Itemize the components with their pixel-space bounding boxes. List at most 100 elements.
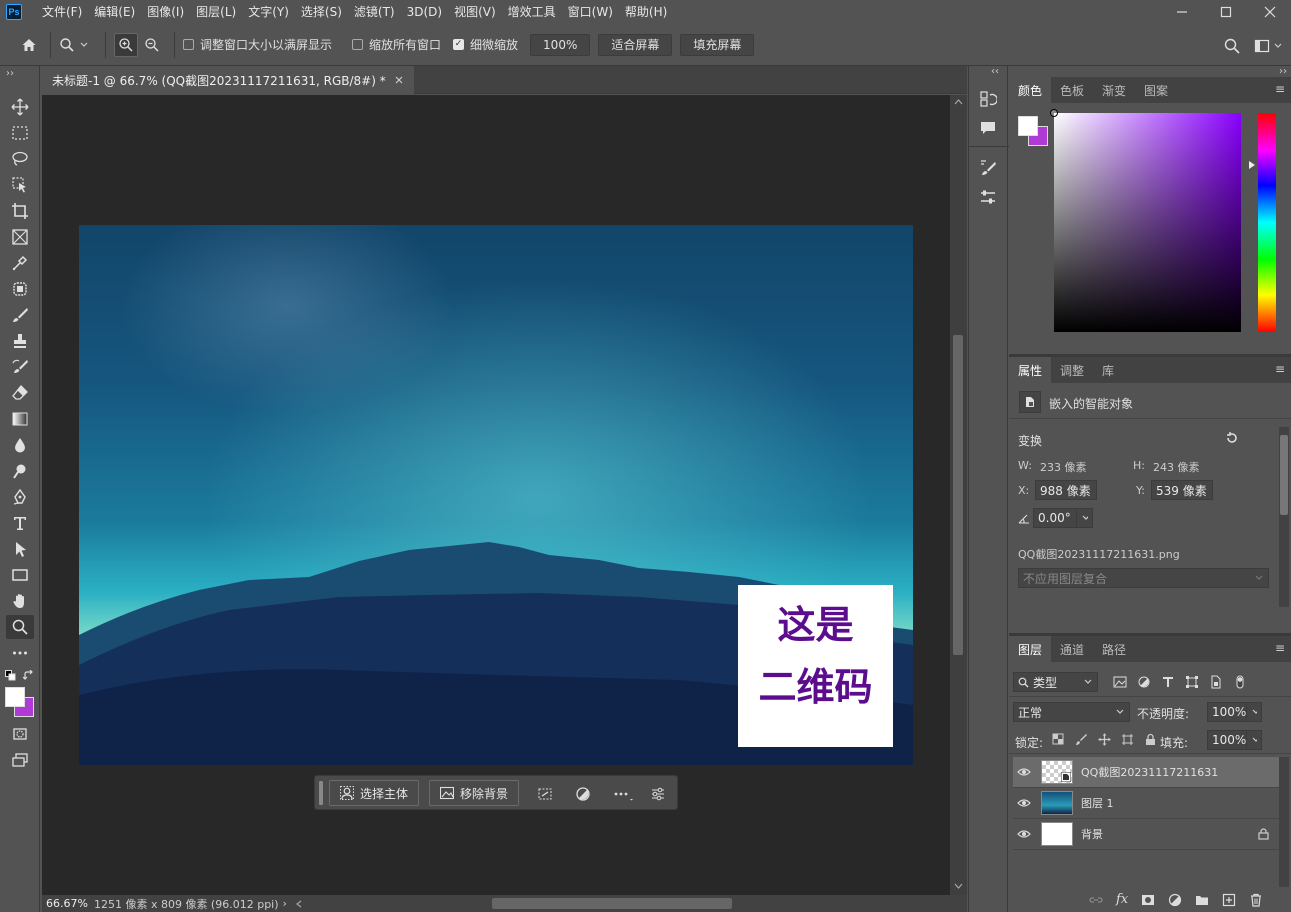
- layer-comp-select[interactable]: 不应用图层复合: [1018, 568, 1269, 588]
- layer-row[interactable]: QQ截图20231117211631: [1013, 757, 1279, 788]
- tab-swatches[interactable]: 色板: [1051, 77, 1093, 103]
- transform-button[interactable]: [537, 786, 553, 802]
- hue-slider[interactable]: [1258, 113, 1276, 332]
- tab-adjustments[interactable]: 调整: [1051, 357, 1093, 383]
- comments-panel-button[interactable]: [979, 119, 997, 137]
- panel-menu-icon[interactable]: ≡: [1275, 83, 1285, 95]
- panel-foreground-swatch[interactable]: [1018, 116, 1038, 136]
- foreground-color-swatch[interactable]: [5, 687, 25, 707]
- home-button[interactable]: [16, 37, 42, 53]
- drag-handle[interactable]: [319, 781, 323, 805]
- select-subject-button[interactable]: 选择主体: [329, 780, 420, 806]
- lock-position-icon[interactable]: [1098, 733, 1111, 746]
- menu-plugins[interactable]: 增效工具: [502, 0, 562, 24]
- rectangle-tool[interactable]: [6, 563, 34, 587]
- blend-mode-select[interactable]: 正常: [1013, 702, 1130, 722]
- brush-tool[interactable]: [6, 303, 34, 327]
- close-tab-icon[interactable]: [394, 75, 404, 85]
- lock-pixels-icon[interactable]: [1075, 733, 1088, 746]
- default-colors-button[interactable]: [5, 670, 16, 681]
- tab-properties[interactable]: 属性: [1009, 357, 1052, 383]
- vertical-scrollbar[interactable]: [950, 95, 967, 895]
- object-selection-tool[interactable]: [6, 173, 34, 197]
- zoom-out-button[interactable]: [138, 37, 166, 53]
- pen-tool[interactable]: [6, 485, 34, 509]
- layer-filter-select[interactable]: 类型: [1013, 672, 1098, 692]
- type-tool[interactable]: [6, 511, 34, 535]
- saturation-brightness-field[interactable]: [1050, 109, 1241, 332]
- layers-scrollbar[interactable]: [1279, 757, 1289, 887]
- angle-dropdown[interactable]: [1076, 508, 1093, 528]
- visibility-eye-icon[interactable]: [1013, 767, 1035, 777]
- scroll-left-icon[interactable]: [295, 899, 303, 909]
- brush-settings-button[interactable]: [979, 159, 997, 177]
- vertical-scroll-thumb[interactable]: [953, 335, 963, 655]
- minimize-button[interactable]: [1160, 0, 1204, 24]
- lock-transparent-icon[interactable]: [1052, 733, 1065, 746]
- move-tool[interactable]: [6, 95, 34, 119]
- visibility-eye-icon[interactable]: [1013, 829, 1035, 839]
- gradient-tool[interactable]: [6, 407, 34, 431]
- new-adjustment-layer-icon[interactable]: [1168, 893, 1182, 907]
- adjustment-button[interactable]: [575, 786, 591, 802]
- opacity-dropdown[interactable]: [1246, 702, 1262, 722]
- properties-scroll-thumb[interactable]: [1280, 435, 1288, 515]
- menu-file[interactable]: 文件(F): [36, 0, 88, 24]
- menu-view[interactable]: 视图(V): [448, 0, 502, 24]
- fill-screen-button[interactable]: 填充屏幕: [680, 33, 755, 56]
- scrubby-zoom-checkbox[interactable]: ✓ 细微缩放: [453, 36, 518, 53]
- zoom-tool-preset[interactable]: [59, 37, 97, 53]
- eyedropper-tool[interactable]: [6, 251, 34, 275]
- filter-toggle-icon[interactable]: [1233, 675, 1247, 689]
- adjustment-layer-filter-icon[interactable]: [1137, 675, 1151, 689]
- document-tab[interactable]: 未标题-1 @ 66.7% (QQ截图20231117211631, RGB/8…: [42, 66, 414, 94]
- panel-menu-icon[interactable]: ≡: [1275, 642, 1285, 654]
- layer-row[interactable]: 图层 1: [1013, 788, 1279, 819]
- chevron-right-icon[interactable]: ›: [283, 897, 287, 910]
- menu-help[interactable]: 帮助(H): [619, 0, 673, 24]
- menu-image[interactable]: 图像(I): [141, 0, 190, 24]
- blur-tool[interactable]: [6, 433, 34, 457]
- hue-slider-handle[interactable]: [1249, 161, 1255, 169]
- workspace-switcher[interactable]: [1254, 38, 1283, 54]
- frame-tool[interactable]: [6, 225, 34, 249]
- properties-scrollbar[interactable]: [1279, 427, 1289, 607]
- menu-select[interactable]: 选择(S): [295, 0, 348, 24]
- fx-icon[interactable]: fx: [1116, 892, 1128, 907]
- new-layer-icon[interactable]: [1222, 893, 1236, 907]
- clone-stamp-tool[interactable]: [6, 329, 34, 353]
- crop-tool[interactable]: [6, 199, 34, 223]
- fill-dropdown[interactable]: [1246, 730, 1262, 750]
- zoom-in-button[interactable]: [114, 32, 138, 57]
- lock-all-icon[interactable]: [1144, 733, 1157, 746]
- x-position-input[interactable]: 988 像素: [1035, 480, 1097, 500]
- link-layers-icon[interactable]: [1089, 893, 1103, 907]
- resize-windows-checkbox[interactable]: 调整窗口大小以满屏显示: [183, 36, 332, 53]
- maximize-button[interactable]: [1204, 0, 1248, 24]
- layer-row[interactable]: 背景: [1013, 819, 1279, 850]
- search-button[interactable]: [1224, 38, 1240, 54]
- pixel-layer-filter-icon[interactable]: [1113, 675, 1127, 689]
- adjustments-panel-button[interactable]: [979, 188, 997, 206]
- zoom-level[interactable]: 66.67%: [46, 897, 88, 910]
- remove-background-button[interactable]: 移除背景: [429, 780, 520, 806]
- swap-colors-button[interactable]: [23, 670, 35, 682]
- tab-channels[interactable]: 通道: [1051, 636, 1093, 662]
- menu-type[interactable]: 文字(Y): [242, 0, 295, 24]
- opacity-input[interactable]: 100%: [1207, 702, 1247, 722]
- eraser-tool[interactable]: [6, 381, 34, 405]
- marquee-tool[interactable]: [6, 121, 34, 145]
- menu-3d[interactable]: 3D(D): [401, 0, 448, 24]
- menu-edit[interactable]: 编辑(E): [88, 0, 141, 24]
- history-brush-tool[interactable]: [6, 355, 34, 379]
- visibility-eye-icon[interactable]: [1013, 798, 1035, 808]
- healing-brush-tool[interactable]: [6, 277, 34, 301]
- hand-tool[interactable]: [6, 589, 34, 613]
- scroll-up-icon[interactable]: [950, 97, 967, 107]
- menu-window[interactable]: 窗口(W): [562, 0, 619, 24]
- y-position-input[interactable]: 539 像素: [1151, 480, 1213, 500]
- menu-filter[interactable]: 滤镜(T): [348, 0, 401, 24]
- horizontal-scroll-thumb[interactable]: [492, 898, 732, 909]
- tab-color[interactable]: 颜色: [1009, 77, 1052, 103]
- quick-mask-button[interactable]: [6, 722, 34, 746]
